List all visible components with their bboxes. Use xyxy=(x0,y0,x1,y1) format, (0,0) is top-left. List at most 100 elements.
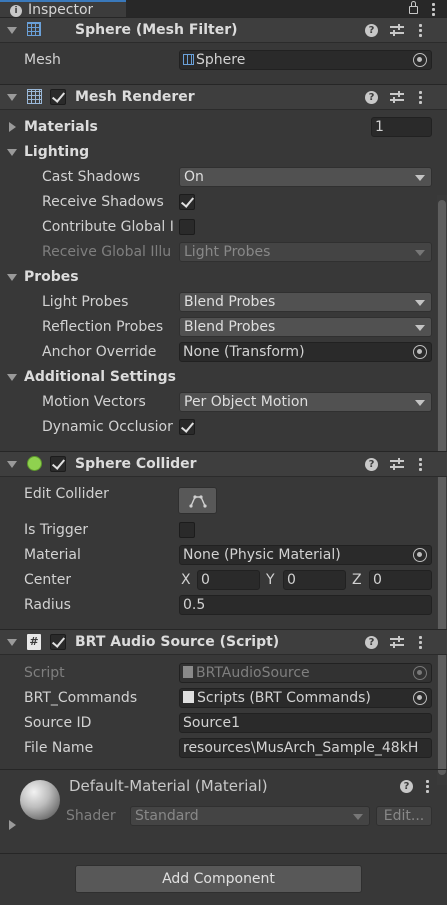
dynamic-occlusion-checkbox[interactable] xyxy=(179,419,195,435)
help-icon[interactable]: ? xyxy=(400,780,413,793)
material-menu-icon[interactable] xyxy=(426,780,429,783)
help-icon[interactable]: ? xyxy=(365,458,378,471)
foldout-arrow-icon[interactable] xyxy=(7,274,17,281)
file-name-label: File Name xyxy=(24,740,94,756)
chevron-down-icon xyxy=(415,250,425,256)
is-trigger-label: Is Trigger xyxy=(24,522,89,538)
object-picker-icon[interactable] xyxy=(413,345,427,359)
sphere-collider-header[interactable] xyxy=(0,451,447,477)
lighting-label[interactable]: Lighting xyxy=(24,142,89,162)
center-x-label[interactable]: X xyxy=(181,570,191,590)
center-z-label[interactable]: Z xyxy=(352,570,362,590)
motion-vectors-label: Motion Vectors xyxy=(42,394,146,410)
center-y-field[interactable]: 0 xyxy=(283,570,346,590)
brt-commands-label: BRT_Commands xyxy=(24,690,138,706)
brt-audio-source-enabled-checkbox[interactable] xyxy=(50,634,66,650)
foldout-arrow-icon[interactable] xyxy=(7,27,17,34)
brt-commands-field[interactable]: Scripts (BRT Commands) xyxy=(179,688,432,708)
cast-shadows-label: Cast Shadows xyxy=(42,169,141,185)
center-y-label[interactable]: Y xyxy=(266,570,275,590)
dynamic-occlusion-label: Dynamic Occlusior xyxy=(42,419,173,435)
script-icon: # xyxy=(27,634,41,650)
presets-icon[interactable] xyxy=(390,636,404,649)
chevron-down-icon xyxy=(415,325,425,331)
mesh-filter-title: Sphere (Mesh Filter) xyxy=(75,22,238,38)
probes-label[interactable]: Probes xyxy=(24,267,79,287)
center-x-field[interactable]: 0 xyxy=(197,570,260,590)
foldout-arrow-icon[interactable] xyxy=(9,820,16,830)
tab-menu-icon[interactable] xyxy=(432,3,435,6)
component-menu-icon[interactable] xyxy=(419,458,422,461)
shader-dropdown[interactable]: Standard xyxy=(130,806,370,826)
material-label: Material xyxy=(24,547,81,563)
mesh-renderer-header[interactable] xyxy=(0,84,447,110)
chevron-down-icon xyxy=(415,400,425,406)
sphere-collider-title: Sphere Collider xyxy=(75,456,197,472)
presets-icon[interactable] xyxy=(390,91,404,104)
chevron-down-icon xyxy=(415,175,425,181)
chevron-down-icon xyxy=(353,814,363,820)
light-probes-dropdown[interactable]: Blend Probes xyxy=(179,292,432,312)
foldout-arrow-icon[interactable] xyxy=(9,122,16,132)
receive-gi-label: Receive Global Illu xyxy=(42,244,172,260)
help-icon[interactable]: ? xyxy=(365,24,378,37)
component-menu-icon[interactable] xyxy=(419,91,422,94)
sphere-collider-enabled-checkbox[interactable] xyxy=(50,456,66,472)
foldout-arrow-icon[interactable] xyxy=(7,461,17,468)
edit-collider-button[interactable] xyxy=(178,487,217,514)
help-icon[interactable]: ? xyxy=(365,636,378,649)
motion-vectors-dropdown[interactable]: Per Object Motion xyxy=(179,392,432,412)
object-picker-icon[interactable] xyxy=(413,53,427,67)
radius-label: Radius xyxy=(24,597,71,613)
anchor-override-label: Anchor Override xyxy=(42,344,157,360)
contribute-gi-label: Contribute Global I xyxy=(42,219,174,235)
material-title: Default-Material (Material) xyxy=(69,777,268,795)
info-icon: i xyxy=(10,5,22,17)
center-z-field[interactable]: 0 xyxy=(369,570,432,590)
component-menu-icon[interactable] xyxy=(419,636,422,639)
scrollbar-thumb[interactable] xyxy=(438,200,446,775)
receive-shadows-label: Receive Shadows xyxy=(42,194,164,210)
mesh-renderer-title: Mesh Renderer xyxy=(75,89,195,105)
help-icon[interactable]: ? xyxy=(365,91,378,104)
shader-edit-button[interactable]: Edit... xyxy=(376,806,432,826)
radius-field[interactable]: 0.5 xyxy=(179,595,432,615)
foldout-arrow-icon[interactable] xyxy=(7,639,17,646)
chevron-down-icon xyxy=(415,300,425,306)
foldout-arrow-icon[interactable] xyxy=(7,149,17,156)
file-name-field[interactable]: resources\MusArch_Sample_48kH xyxy=(179,738,432,758)
brt-audio-source-title: BRT Audio Source (Script) xyxy=(75,634,280,650)
anchor-override-field[interactable]: None (Transform) xyxy=(179,342,432,362)
reflection-probes-dropdown[interactable]: Blend Probes xyxy=(179,317,432,337)
lock-shackle xyxy=(411,1,416,7)
source-id-field[interactable]: Source1 xyxy=(179,713,432,733)
lock-icon[interactable] xyxy=(409,6,418,14)
mesh-filter-icon xyxy=(27,22,41,36)
add-component-separator xyxy=(0,853,447,854)
foldout-arrow-icon[interactable] xyxy=(7,94,17,101)
receive-shadows-checkbox[interactable] xyxy=(179,194,195,210)
materials-count-field[interactable]: 1 xyxy=(371,117,432,137)
object-picker-icon[interactable] xyxy=(413,691,427,705)
is-trigger-checkbox[interactable] xyxy=(179,522,195,538)
material-separator xyxy=(0,769,447,770)
foldout-arrow-icon[interactable] xyxy=(7,374,17,381)
add-component-button[interactable]: Add Component xyxy=(75,865,362,893)
mesh-renderer-enabled-checkbox[interactable] xyxy=(50,89,66,105)
source-id-label: Source ID xyxy=(24,715,92,731)
component-menu-icon[interactable] xyxy=(419,24,422,27)
materials-label[interactable]: Materials xyxy=(24,117,98,137)
sphere-collider-icon xyxy=(27,456,42,471)
mesh-field[interactable]: Sphere xyxy=(179,50,432,70)
contribute-gi-checkbox[interactable] xyxy=(179,219,195,235)
physic-material-field[interactable]: None (Physic Material) xyxy=(179,545,432,565)
additional-settings-label[interactable]: Additional Settings xyxy=(24,367,176,387)
material-preview-sphere[interactable] xyxy=(20,780,60,820)
script-file-icon xyxy=(183,666,193,678)
cast-shadows-dropdown[interactable]: On xyxy=(179,167,432,187)
object-picker-icon[interactable] xyxy=(413,548,427,562)
presets-icon[interactable] xyxy=(390,458,404,471)
shader-label: Shader xyxy=(66,808,116,824)
center-label: Center xyxy=(24,572,72,588)
presets-icon[interactable] xyxy=(390,24,404,37)
